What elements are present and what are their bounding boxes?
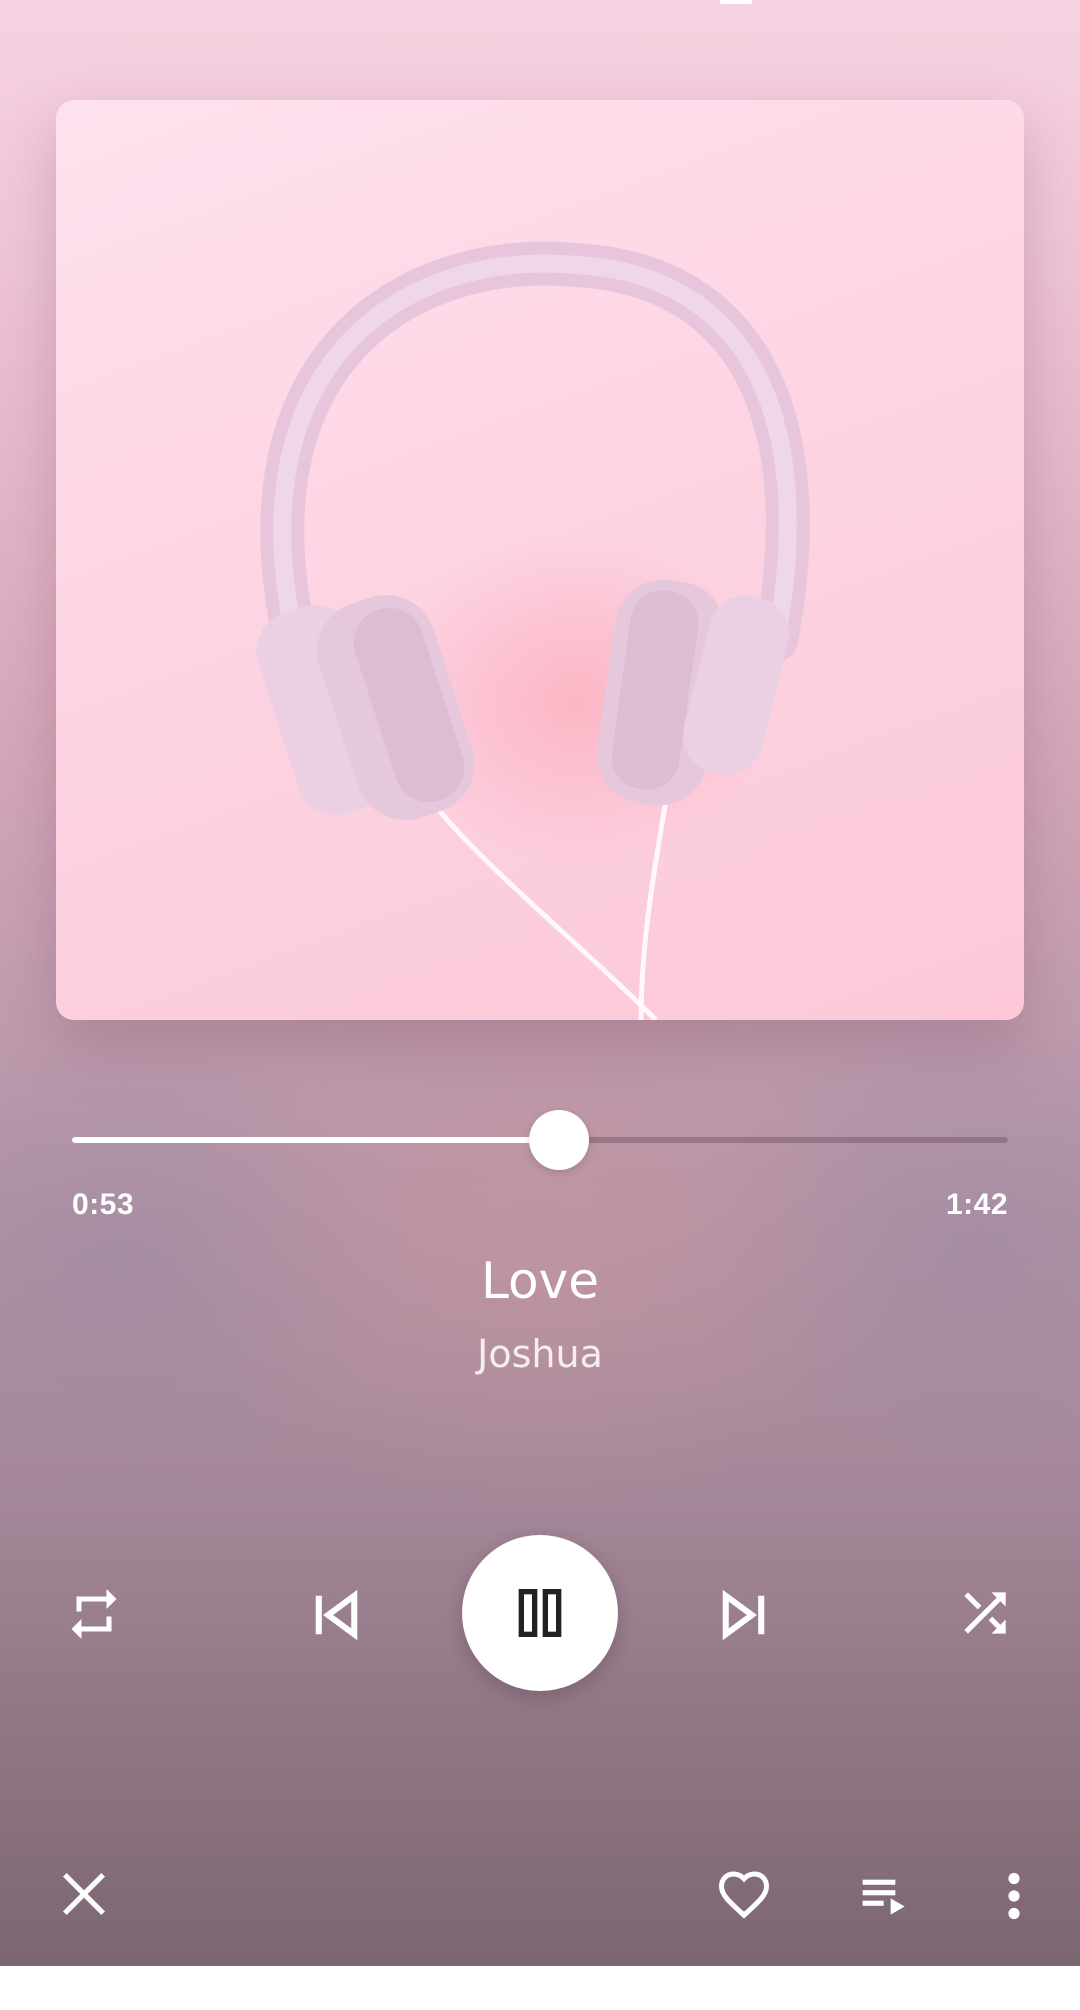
like-button[interactable] [710,1862,778,1926]
seek-thumb[interactable] [528,1110,589,1170]
repeat-icon [71,1589,117,1639]
track-artist[interactable]: Joshua [0,1332,1080,1376]
repeat-button[interactable] [62,1582,126,1646]
seek-bar[interactable] [72,1110,1008,1170]
close-icon [62,1872,106,1916]
pause-button[interactable] [462,1535,618,1691]
album-art [56,100,1024,1020]
shuffle-button[interactable] [952,1580,1018,1646]
status-bar-indicator [720,0,752,4]
close-button[interactable] [56,1866,112,1922]
queue-icon [862,1879,905,1915]
track-title: Love [481,1252,599,1310]
pause-icon [518,1589,562,1637]
more-options-button[interactable] [990,1866,1038,1926]
shuffle-icon [964,1592,1006,1634]
next-button[interactable] [710,1580,780,1650]
queue-button[interactable] [856,1866,916,1926]
now-playing-screen: 0:53 1:42 Love Joshua [0,0,1080,1966]
total-duration: 1:42 [945,1188,1008,1221]
elapsed-time: 0:53 [72,1188,135,1221]
skip-previous-icon [315,1589,358,1641]
previous-button[interactable] [300,1580,370,1650]
heart-icon [718,1871,770,1919]
seek-progress [72,1137,559,1143]
skip-next-icon [722,1589,765,1641]
headphones-illustration [256,241,810,1020]
more-vert-icon [1008,1872,1020,1920]
